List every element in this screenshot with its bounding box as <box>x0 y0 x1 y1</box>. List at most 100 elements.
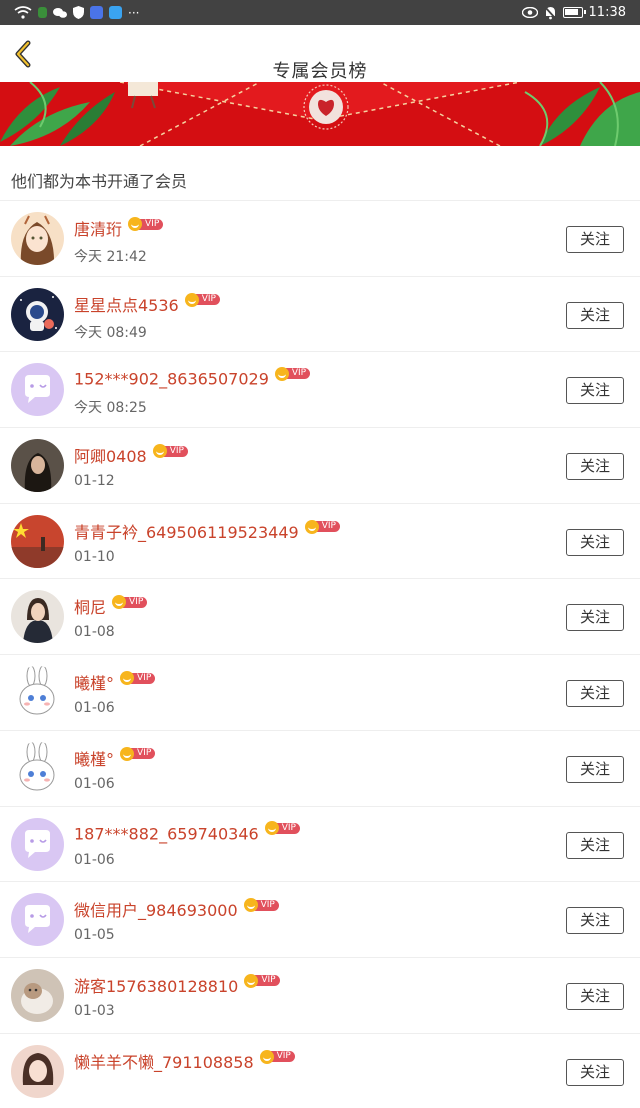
follow-button[interactable]: 关注 <box>566 453 624 481</box>
banner-illustration <box>0 82 640 146</box>
follow-button[interactable]: 关注 <box>566 907 624 935</box>
shield-icon <box>73 6 84 19</box>
follow-button[interactable]: 关注 <box>566 226 624 253</box>
avatar[interactable] <box>11 741 64 795</box>
member-date: 01-12 <box>74 473 115 490</box>
avatar[interactable] <box>11 212 64 265</box>
follow-button[interactable]: 关注 <box>566 301 624 329</box>
member-name[interactable]: 曦槿° <box>74 674 114 693</box>
member-list: 唐清珩 VIP 今天 21:42 关注 星星点点4536 VIP 今天 08:49 关注 152… <box>0 200 640 1108</box>
vip-badge: VIP <box>120 746 156 761</box>
vip-label: VIP <box>285 368 311 380</box>
member-name[interactable]: 187***882_659740346 <box>74 824 259 843</box>
member-name[interactable]: 曦槿° <box>74 750 114 769</box>
member-name-line: 曦槿° VIP <box>74 746 156 770</box>
vip-label: VIP <box>139 218 164 230</box>
member-row[interactable]: 曦槿° VIP 01-06 关注 <box>0 654 640 730</box>
app-blue-icon <box>90 6 103 19</box>
app-notification-icon <box>38 7 47 18</box>
member-row[interactable]: 唐清珩 VIP 今天 21:42 关注 <box>0 200 640 276</box>
avatar[interactable] <box>11 817 64 871</box>
avatar[interactable] <box>11 666 64 720</box>
wechat-icon <box>53 7 67 18</box>
follow-button[interactable]: 关注 <box>566 755 624 783</box>
crown-icon <box>264 821 279 835</box>
member-name[interactable]: 微信用户_984693000 <box>74 901 238 920</box>
wifi-icon <box>14 6 32 19</box>
member-name[interactable]: 阿卿0408 <box>74 447 147 466</box>
crown-icon <box>152 444 167 459</box>
member-date: 01-06 <box>74 851 115 868</box>
vip-badge: VIP <box>304 519 340 534</box>
member-name-line: 阿卿0408 VIP <box>74 443 188 467</box>
vip-badge: VIP <box>152 444 188 459</box>
member-date: 01-03 <box>74 1002 115 1019</box>
avatar[interactable] <box>11 590 64 644</box>
member-name[interactable]: 152***902_8636507029 <box>74 370 269 389</box>
member-row[interactable]: 曦槿° VIP 01-06 关注 <box>0 729 640 806</box>
member-date: 今天 08:25 <box>74 400 147 417</box>
member-name[interactable]: 桐尼 <box>74 598 106 617</box>
member-row[interactable]: 游客1576380128810 VIP 01-03 关注 <box>0 956 640 1033</box>
follow-button[interactable]: 关注 <box>566 680 624 708</box>
avatar[interactable] <box>11 1044 64 1098</box>
vip-label: VIP <box>255 975 280 987</box>
vip-label: VIP <box>254 899 279 911</box>
search-app-icon <box>109 6 122 19</box>
vip-label: VIP <box>123 596 148 608</box>
avatar[interactable] <box>11 363 64 417</box>
crown-icon <box>304 519 319 534</box>
member-row[interactable]: 152***902_8636507029 VIP 今天 08:25 关注 <box>0 351 640 427</box>
status-icons-right: 11:38 <box>521 5 626 20</box>
member-date: 01-06 <box>74 700 115 717</box>
member-date: 01-06 <box>74 775 115 792</box>
follow-button[interactable]: 关注 <box>566 604 624 632</box>
vip-badge: VIP <box>259 1049 295 1064</box>
member-row[interactable]: 阿卿0408 VIP 01-12 关注 <box>0 427 640 503</box>
follow-button[interactable]: 关注 <box>566 982 624 1010</box>
page-title: 专属会员榜 <box>272 61 368 82</box>
battery-icon <box>562 7 586 18</box>
bell-off-icon <box>543 5 557 20</box>
member-name-line: 唐清珩 VIP <box>74 216 164 240</box>
member-name-line: 微信用户_984693000 VIP <box>74 897 279 921</box>
follow-button[interactable]: 关注 <box>566 831 624 859</box>
member-row[interactable]: 微信用户_984693000 VIP 01-05 关注 <box>0 881 640 957</box>
member-row[interactable]: 懒羊羊不懒_791108858 VIP 关注 <box>0 1032 640 1108</box>
member-row[interactable]: 青青子衿_649506119523449 VIP 01-10 关注 <box>0 502 640 579</box>
vip-badge: VIP <box>274 366 311 381</box>
member-name[interactable]: 青青子衿_649506119523449 <box>74 523 299 542</box>
member-name-line: 187***882_659740346 VIP <box>74 821 300 843</box>
crown-icon <box>128 217 143 231</box>
member-name[interactable]: 星星点点4536 <box>74 296 179 315</box>
vip-badge: VIP <box>184 292 220 307</box>
follow-button[interactable]: 关注 <box>566 377 624 405</box>
more-notifications: ··· <box>128 5 140 20</box>
vip-badge: VIP <box>112 595 148 610</box>
vip-label: VIP <box>195 294 220 306</box>
follow-button[interactable]: 关注 <box>566 528 624 556</box>
member-name[interactable]: 唐清珩 <box>74 220 122 239</box>
vip-label: VIP <box>163 445 188 457</box>
avatar[interactable] <box>11 893 64 947</box>
member-date: 01-08 <box>74 624 115 641</box>
member-row[interactable]: 星星点点4536 VIP 今天 08:49 关注 <box>0 275 640 352</box>
member-name-line: 游客1576380128810 VIP <box>74 973 280 997</box>
member-row[interactable]: 桐尼 VIP 01-08 关注 <box>0 578 640 654</box>
status-icons-left: ··· <box>14 6 139 20</box>
avatar[interactable] <box>11 439 64 493</box>
member-date: 今天 21:42 <box>74 249 147 265</box>
member-name[interactable]: 游客1576380128810 <box>74 977 238 996</box>
member-row[interactable]: 187***882_659740346 VIP 01-06 关注 <box>0 805 640 882</box>
crown-icon <box>243 898 258 913</box>
avatar[interactable] <box>11 514 64 568</box>
header: 专属会员榜 <box>0 25 640 82</box>
crown-icon <box>184 292 199 307</box>
avatar[interactable] <box>11 968 64 1022</box>
follow-button[interactable]: 关注 <box>566 1058 624 1086</box>
member-name[interactable]: 懒羊羊不懒_791108858 <box>74 1053 254 1072</box>
eye-icon <box>521 7 538 18</box>
avatar[interactable] <box>11 287 64 341</box>
banner-image <box>0 82 640 146</box>
member-date: 01-05 <box>74 927 115 944</box>
